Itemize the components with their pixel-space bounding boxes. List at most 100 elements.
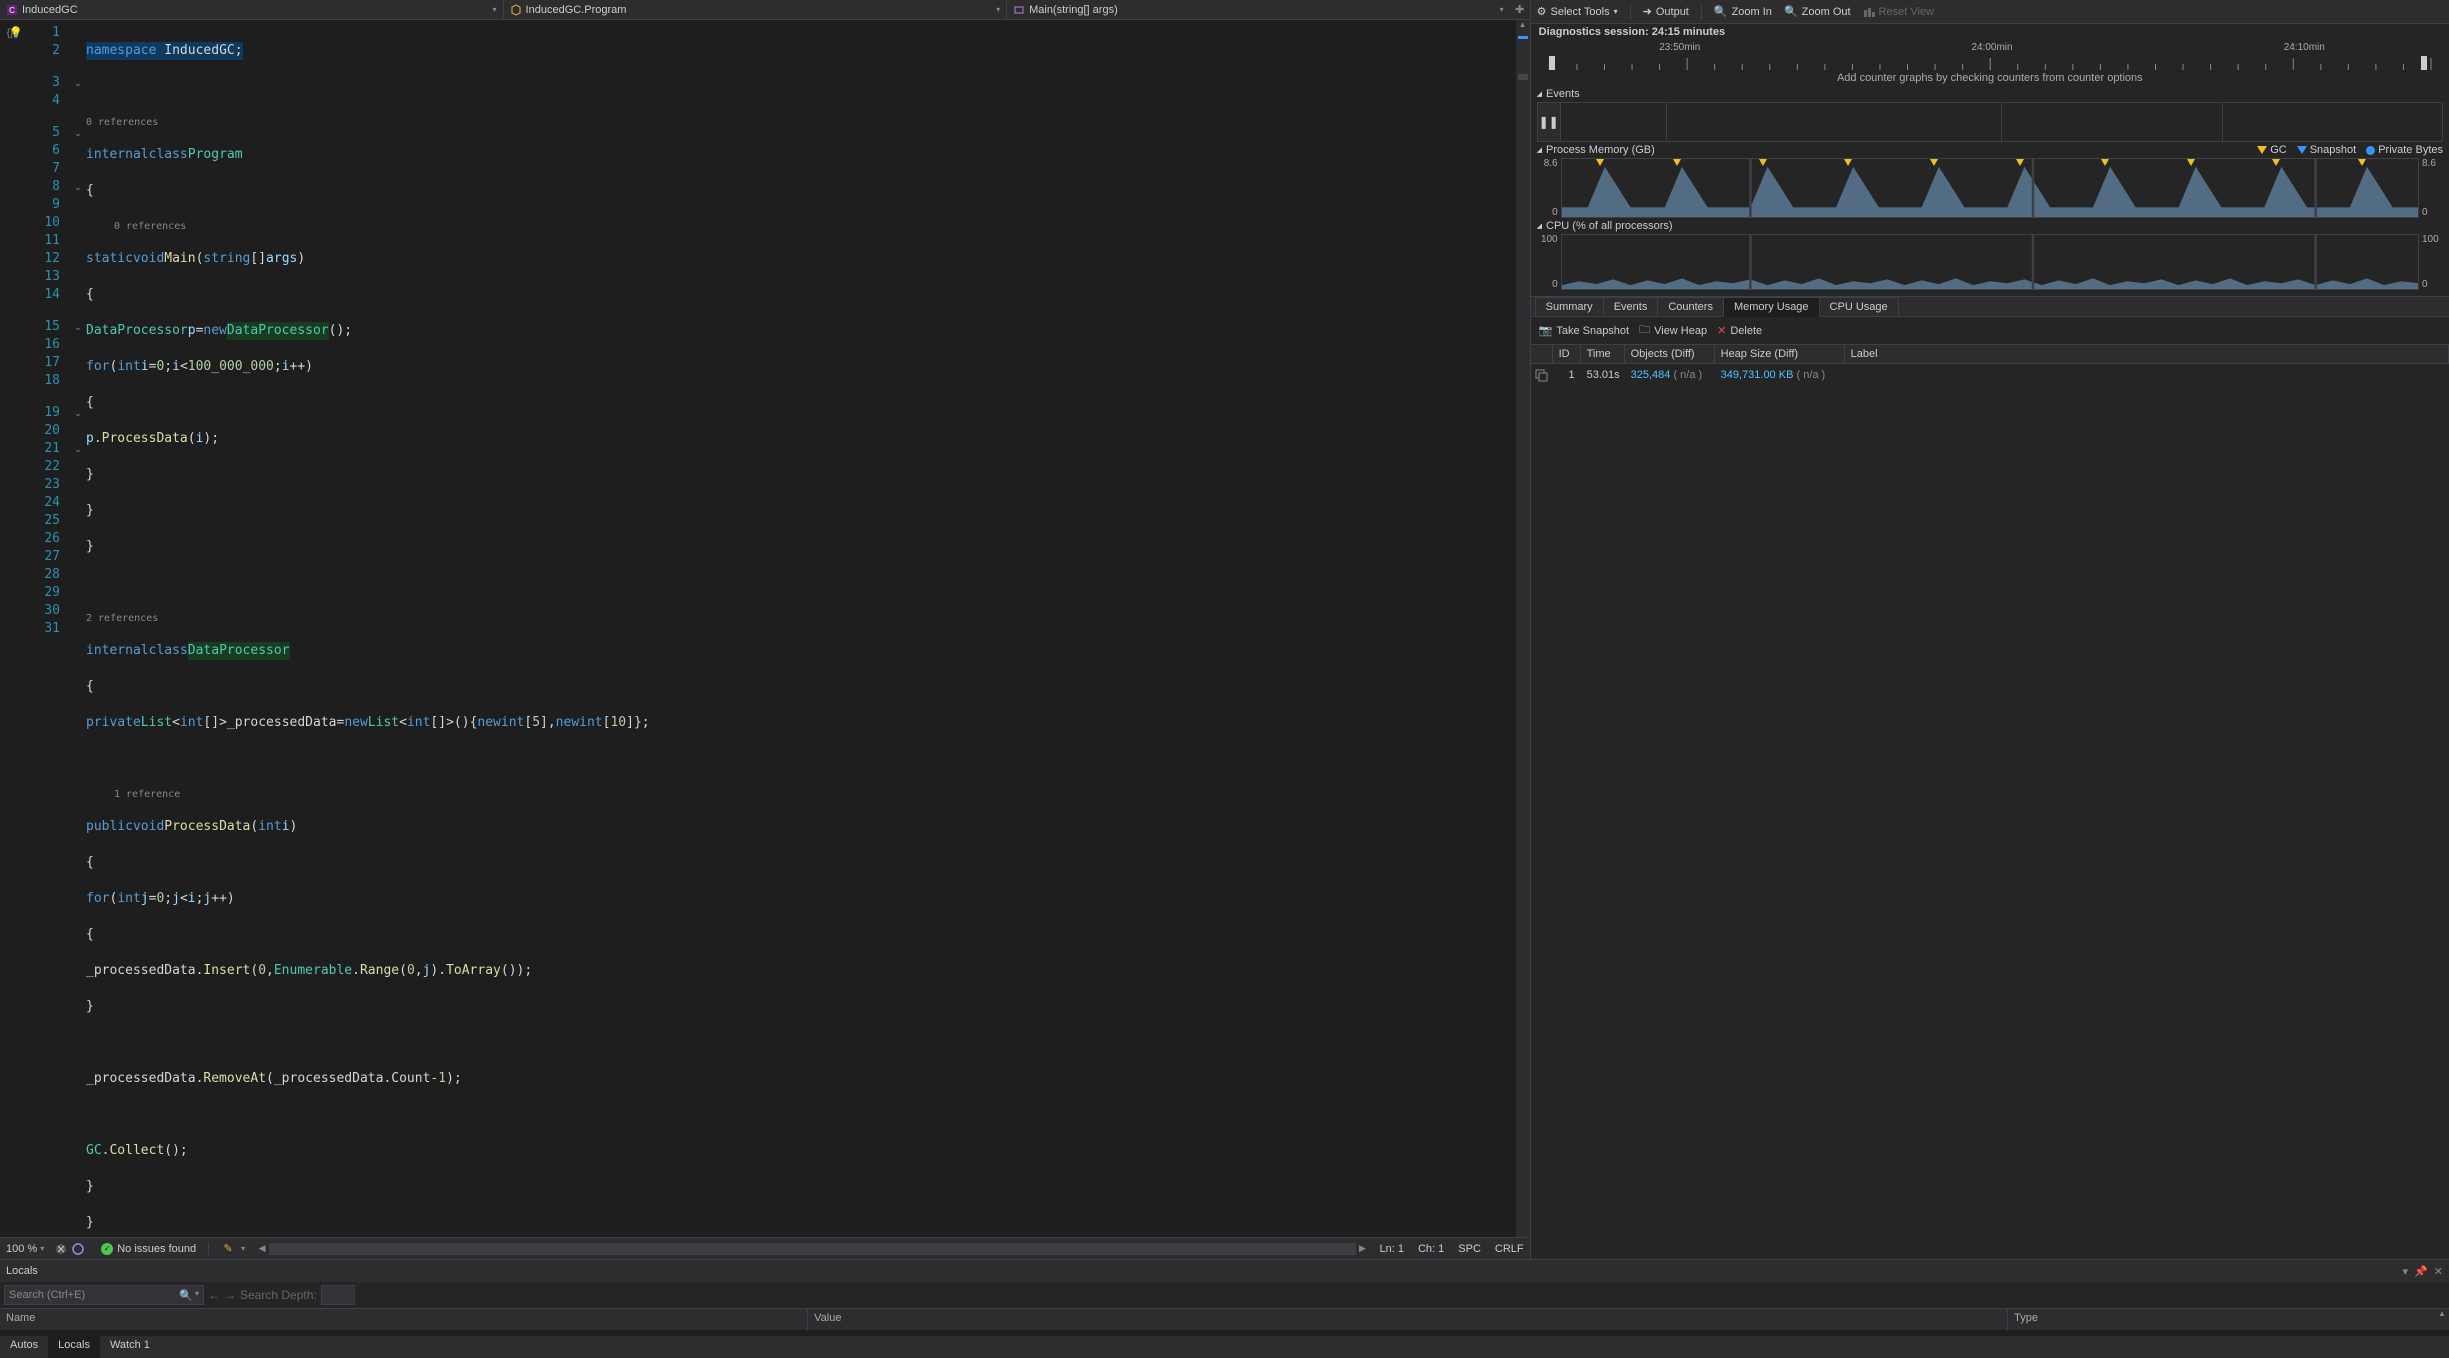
split-editor-button[interactable]: ✚ — [1510, 3, 1530, 16]
memory-graph[interactable] — [1561, 158, 2419, 218]
snapshot-row[interactable]: 1 53.01s 325,484 ( n/a ) 349,731.00 KB (… — [1531, 364, 2449, 386]
snapshot-col-id[interactable]: ID — [1553, 345, 1581, 363]
tab-cpu-usage[interactable]: CPU Usage — [1820, 297, 1899, 316]
camera-icon: 📷 — [1539, 324, 1553, 337]
zoom-out-button[interactable]: 🔍 Zoom Out — [1784, 5, 1851, 18]
tab-summary[interactable]: Summary — [1535, 297, 1604, 316]
codelens-references[interactable]: 1 reference — [86, 786, 1516, 800]
codelens-references[interactable]: 0 references — [86, 218, 1516, 232]
zoom-value: 100 % — [6, 1243, 37, 1255]
time-ruler[interactable]: 23:50min 24:00min 24:10min — [1531, 42, 2449, 70]
breadcrumb-project[interactable]: C InducedGC ▾ — [0, 0, 504, 19]
chevron-down-icon: ▾ — [1500, 5, 1504, 14]
breadcrumb-bar: C InducedGC ▾ InducedGC.Program ▾ Main(s… — [0, 0, 1530, 20]
pause-icon: ❚❚ — [1539, 115, 1559, 129]
view-heap-button[interactable]: 🗀View Heap — [1639, 321, 1707, 340]
editor-margin: {} 💡 — [0, 20, 20, 1237]
snapshot-col-heap[interactable]: Heap Size (Diff) — [1715, 345, 1845, 363]
chevron-down-icon: ▾ — [493, 5, 497, 14]
check-icon: ✓ — [101, 1243, 113, 1255]
bottom-tool-tabs: Autos Locals Watch 1 — [0, 1336, 2449, 1358]
tab-counters[interactable]: Counters — [1658, 297, 1724, 316]
editor-vertical-scrollbar[interactable]: ▲ — [1516, 20, 1530, 1237]
snapshot-col-time[interactable]: Time — [1581, 345, 1625, 363]
ruler-handle-left[interactable] — [1549, 56, 1555, 70]
snapshot-col-label[interactable]: Label — [1845, 345, 2449, 363]
counter-hint: Add counter graphs by checking counters … — [1531, 70, 2449, 86]
search-icon[interactable]: 🔍 — [179, 1289, 193, 1302]
line-numbers: 1 2 3 4 5 6 7 8 9 10 11 12 13 14 — [20, 20, 70, 1237]
tab-autos[interactable]: Autos — [0, 1336, 48, 1358]
locals-title: Locals — [6, 1265, 38, 1277]
locals-scrollbar[interactable]: ▲ — [2435, 1309, 2449, 1330]
chevron-down-icon[interactable]: ▾ — [195, 1289, 199, 1302]
brush-icon[interactable]: ✎ — [221, 1242, 235, 1256]
heap-icon: 🗀 — [1639, 321, 1650, 340]
breadcrumb-class-label: InducedGC.Program — [526, 4, 627, 16]
tab-events[interactable]: Events — [1604, 297, 1659, 316]
cpu-section-header[interactable]: ◢CPU (% of all processors) — [1531, 218, 2449, 234]
memory-section-header[interactable]: ◢Process Memory (GB) — [1537, 144, 1655, 156]
editor-horizontal-scrollbar[interactable]: ◀ ▶ — [255, 1243, 1369, 1255]
snapshot-row-icon — [1535, 369, 1548, 382]
method-icon — [1013, 4, 1025, 16]
events-section-header[interactable]: ◢Events — [1531, 86, 2449, 102]
chevron-down-icon: ▾ — [40, 1244, 44, 1253]
pin-icon[interactable]: 📌 — [2414, 1265, 2428, 1278]
locals-col-value[interactable]: Value — [808, 1309, 2008, 1330]
output-icon: ➜ — [1643, 5, 1652, 18]
locals-col-type[interactable]: Type — [2008, 1309, 2435, 1330]
error-status-icon[interactable] — [54, 1242, 68, 1256]
legend-gc: GC — [2257, 144, 2287, 156]
breadcrumb-project-label: InducedGC — [22, 4, 78, 16]
cpu-y-max: 100 — [1537, 234, 1558, 245]
events-graph[interactable] — [1561, 102, 2443, 142]
health-indicator[interactable]: ✓ No issues found — [101, 1243, 196, 1255]
events-pause-button[interactable]: ❚❚ — [1537, 102, 1561, 142]
snapshot-col-objects[interactable]: Objects (Diff) — [1625, 345, 1715, 363]
window-dropdown-icon[interactable]: ▾ — [2403, 1265, 2409, 1278]
diagnostics-tabs: Summary Events Counters Memory Usage CPU… — [1531, 296, 2449, 317]
cursor-line[interactable]: Ln: 1 — [1380, 1243, 1404, 1255]
indent-mode[interactable]: SPC — [1458, 1243, 1481, 1255]
locals-col-name[interactable]: Name — [0, 1309, 808, 1330]
tab-memory-usage[interactable]: Memory Usage — [1724, 297, 1820, 317]
warning-status-icon[interactable] — [71, 1242, 85, 1256]
ruler-handle-right[interactable] — [2421, 56, 2427, 70]
cpu-graph[interactable] — [1561, 234, 2419, 290]
tab-locals[interactable]: Locals — [48, 1336, 100, 1358]
private-bytes-icon — [2366, 146, 2375, 155]
code-content[interactable]: namespace InducedGC; 0 references intern… — [86, 20, 1516, 1237]
codelens-references[interactable]: 0 references — [86, 114, 1516, 128]
gc-marker-icon — [2257, 146, 2267, 154]
locals-search-input[interactable]: Search (Ctrl+E) 🔍 ▾ — [4, 1285, 204, 1305]
fold-column[interactable]: ⌄ ⌄ ⌄ ⌄ — [70, 20, 86, 1237]
search-prev-button[interactable]: ← — [208, 1288, 220, 1302]
gear-icon: ⚙ — [1537, 5, 1547, 18]
snapshot-toolbar: 📷Take Snapshot 🗀View Heap ✕Delete — [1531, 317, 2449, 344]
cursor-char[interactable]: Ch: 1 — [1418, 1243, 1444, 1255]
line-ending[interactable]: CRLF — [1495, 1243, 1524, 1255]
delete-snapshot-button[interactable]: ✕Delete — [1717, 324, 1762, 337]
breadcrumb-class[interactable]: InducedGC.Program ▾ — [504, 0, 1008, 19]
zoom-in-icon: 🔍 — [1714, 5, 1728, 18]
reset-view-button[interactable]: Reset View — [1863, 6, 1934, 18]
snapshot-table: ID Time Objects (Diff) Heap Size (Diff) … — [1531, 344, 2449, 1259]
tab-watch-1[interactable]: Watch 1 — [100, 1336, 160, 1358]
codelens-references[interactable]: 2 references — [86, 610, 1516, 624]
take-snapshot-button[interactable]: 📷Take Snapshot — [1539, 324, 1629, 337]
search-depth-label: Search Depth: — [240, 1288, 317, 1302]
output-button[interactable]: ➜ Output — [1643, 5, 1689, 18]
snapshot-marker-icon — [2297, 146, 2307, 154]
select-tools-button[interactable]: ⚙ Select Tools ▾ — [1537, 5, 1618, 18]
close-icon[interactable]: ✕ — [2434, 1265, 2443, 1278]
svg-text:C: C — [9, 6, 15, 15]
search-depth-dropdown[interactable] — [321, 1285, 355, 1305]
search-next-button[interactable]: → — [224, 1288, 236, 1302]
code-editor[interactable]: {} 💡 1 2 3 4 5 6 7 8 9 10 11 — [0, 20, 1530, 1237]
editor-status-bar: 100 % ▾ ✓ No issues found ✎ ▾ — [0, 1237, 1530, 1259]
zoom-in-button[interactable]: 🔍 Zoom In — [1714, 5, 1772, 18]
zoom-level[interactable]: 100 % ▾ — [6, 1243, 44, 1255]
breadcrumb-method[interactable]: Main(string[] args) ▾ — [1007, 0, 1510, 19]
chevron-down-icon: ▾ — [241, 1244, 245, 1253]
